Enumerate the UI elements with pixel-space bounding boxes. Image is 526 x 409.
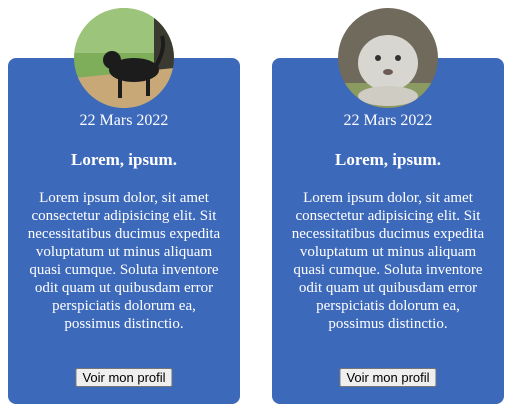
card-date: 22 Mars 2022 xyxy=(79,112,169,129)
card-text: Lorem ipsum dolor, sit amet consectetur … xyxy=(27,190,221,332)
profile-card: 22 Mars 2022 Lorem, ipsum. Lorem ipsum d… xyxy=(8,58,240,404)
view-profile-button[interactable]: Voir mon profil xyxy=(339,368,437,387)
card-date: 22 Mars 2022 xyxy=(343,112,433,129)
snow-leopard-avatar xyxy=(338,8,438,108)
cat-avatar xyxy=(74,8,174,108)
card-text: Lorem ipsum dolor, sit amet consectetur … xyxy=(291,190,485,332)
card-title: Lorem, ipsum. xyxy=(335,150,441,169)
profile-card: 22 Mars 2022 Lorem, ipsum. Lorem ipsum d… xyxy=(272,58,504,404)
view-profile-button[interactable]: Voir mon profil xyxy=(75,368,173,387)
card-title: Lorem, ipsum. xyxy=(71,150,177,169)
